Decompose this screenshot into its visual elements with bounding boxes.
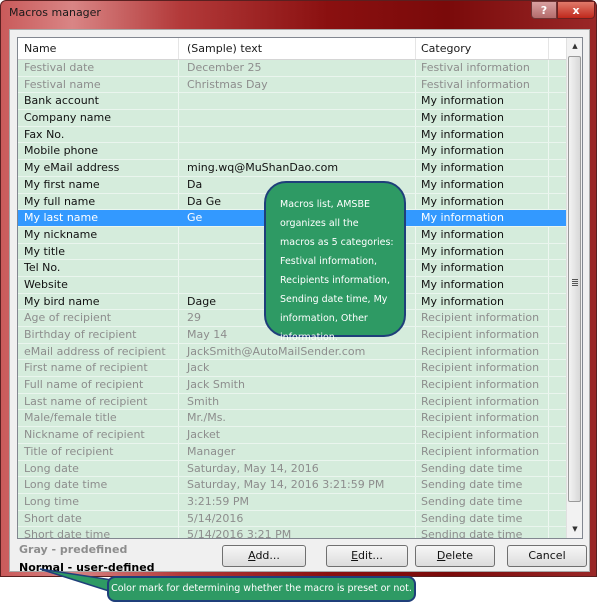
- callout-color-mark-note: Color mark for determining whether the m…: [107, 576, 416, 602]
- callout-pointer-arrow: [39, 568, 113, 594]
- callout-macros-list-note: Macros list, AMSBE organizes all the mac…: [264, 181, 406, 343]
